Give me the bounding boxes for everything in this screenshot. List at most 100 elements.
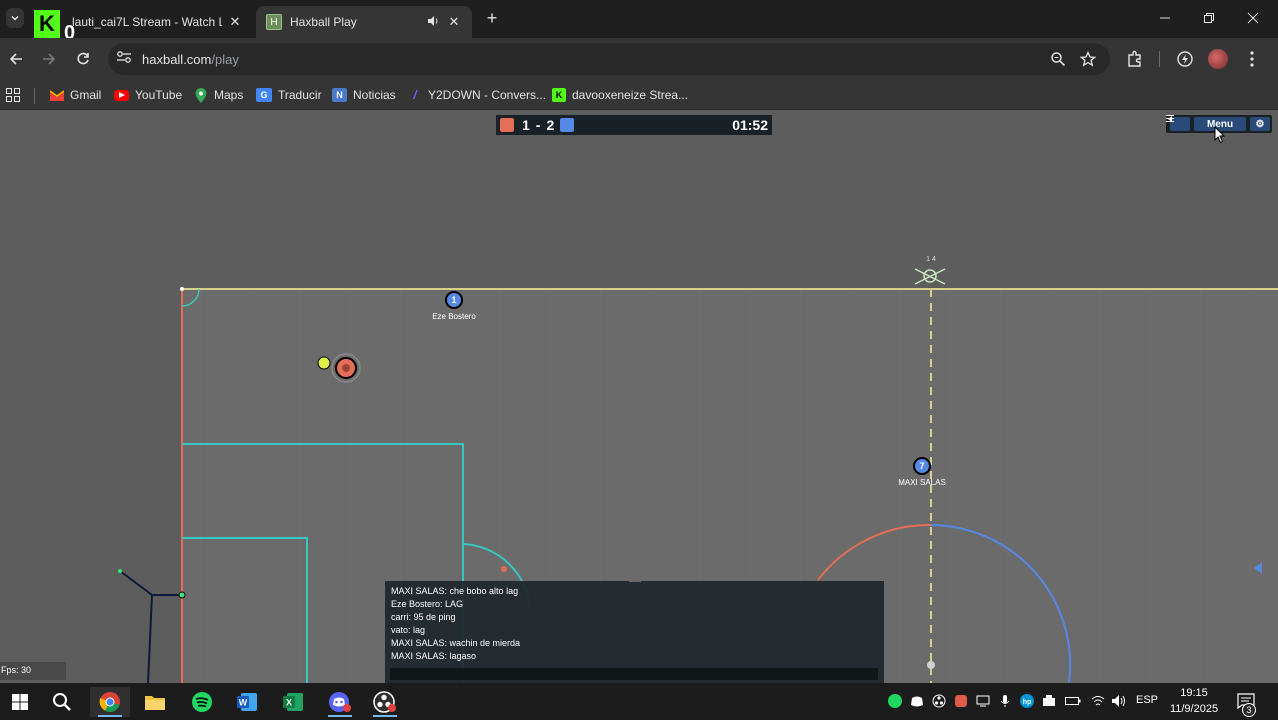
translate-icon: G (256, 88, 272, 102)
player-number-1: 1 (445, 291, 463, 309)
kick-icon: K (552, 88, 566, 102)
net-anchor (118, 569, 122, 573)
halfway-marker-label: 1 4 (926, 256, 936, 263)
excel-icon[interactable]: X (273, 687, 313, 717)
score-blue: 2 (546, 117, 555, 133)
site-info-icon[interactable] (116, 50, 132, 69)
bookmark-news[interactable]: N Noticias (332, 86, 396, 104)
player-name: MAXI SALAS (898, 478, 946, 487)
reload-button[interactable] (71, 47, 95, 71)
file-explorer-icon[interactable] (135, 687, 175, 717)
chat-message: MAXI SALAS: wachin de mierda (391, 638, 521, 648)
apps-grid-icon[interactable] (6, 86, 20, 104)
zoom-icon[interactable] (1050, 51, 1066, 67)
spotify-icon[interactable] (182, 687, 222, 717)
bookmark-label: Gmail (70, 88, 102, 102)
center-spot (927, 661, 935, 669)
browser-tab-strip: lauti_cai7L Stream - Watch Live ✕ K 0 H … (0, 0, 1278, 44)
system-clock[interactable]: 19:15 11/9/2025 (1164, 685, 1224, 717)
player-name: Eze Bostero (432, 312, 476, 321)
svg-text:X: X (286, 698, 292, 708)
scoreboard: 1 - 2 01:52 (496, 115, 772, 135)
bookmark-y2down[interactable]: / Y2DOWN - Convers... (408, 86, 546, 104)
microphone-tray-icon[interactable] (997, 693, 1013, 709)
app-tray-icon[interactable] (953, 693, 969, 709)
wifi-tray-icon[interactable] (1090, 693, 1106, 709)
youtube-icon (114, 89, 129, 101)
device-tray-icon[interactable] (975, 693, 991, 709)
kebab-menu-icon[interactable] (1242, 49, 1262, 69)
speaker-icon[interactable] (426, 14, 440, 31)
hp-tray-icon[interactable]: hp (1019, 693, 1035, 709)
discord-tray-icon[interactable] (909, 693, 925, 709)
settings-gear-icon[interactable]: ⚙ (1250, 117, 1270, 131)
haxball-favicon-icon: H (266, 14, 282, 30)
discord-icon[interactable] (320, 687, 360, 717)
close-icon[interactable]: ✕ (228, 14, 242, 30)
close-window-button[interactable] (1238, 6, 1268, 30)
search-icon[interactable] (42, 687, 82, 717)
new-tab-button[interactable]: + (482, 8, 502, 28)
volume-tray-icon[interactable] (1111, 693, 1127, 709)
chat-message: Eze Bostero: LAG (391, 599, 464, 609)
language-indicator[interactable]: ESP (1136, 694, 1158, 706)
bookmark-kick-stream[interactable]: K davooxeneize Strea... (552, 86, 688, 104)
score-separator: - (535, 117, 541, 133)
chat-input[interactable] (390, 668, 878, 680)
obs-tray-icon[interactable] (931, 693, 947, 709)
url-host: haxball.com (142, 51, 212, 67)
toolbar-divider (1159, 51, 1160, 67)
ball (317, 356, 331, 370)
clock-date: 11/9/2025 (1169, 703, 1219, 715)
restore-button[interactable] (1194, 6, 1224, 30)
bookmark-translate[interactable]: G Traducir (256, 86, 322, 104)
screen: lauti_cai7L Stream - Watch Live ✕ K 0 H … (0, 0, 1278, 720)
forward-button[interactable] (37, 47, 61, 71)
chevron-down-icon (11, 15, 19, 21)
bookmark-youtube[interactable]: YouTube (114, 86, 182, 104)
browser-toolbar: haxball.com/play (0, 38, 1278, 80)
haxball-game-canvas[interactable]: 1 4 1 Eze Bostero 7 MAXI SALAS 1 - 2 01:… (0, 110, 1278, 683)
red-marker (501, 566, 507, 572)
maps-icon (194, 87, 208, 103)
tab-title: Haxball Play (290, 15, 357, 29)
obs-icon[interactable] (365, 687, 405, 717)
bookmark-label: Y2DOWN - Convers... (428, 88, 547, 102)
extensions-icon[interactable] (1125, 49, 1145, 69)
notification-count-badge: 3 (1242, 703, 1256, 717)
battery-tray-icon[interactable] (1065, 693, 1081, 709)
back-button[interactable] (4, 47, 28, 71)
score-red: 1 (522, 117, 530, 133)
bookmark-label: YouTube (135, 88, 183, 102)
minimize-button[interactable] (1150, 6, 1180, 30)
profile-avatar[interactable] (1208, 49, 1228, 69)
bookmark-maps[interactable]: Maps (194, 86, 243, 104)
spotify-tray-icon[interactable] (887, 693, 903, 709)
address-bar[interactable]: haxball.com/play (108, 43, 1110, 75)
tab-search-button[interactable] (6, 8, 24, 28)
chat-resize-handle[interactable] (629, 580, 641, 582)
bookmarks-bar: Gmail YouTube Maps G Traducir N Noticias… (0, 80, 1278, 110)
tab-haxball-play[interactable]: H Haxball Play ✕ (256, 6, 472, 38)
kick-logo-icon: K (34, 10, 60, 38)
bookmark-gmail[interactable]: Gmail (50, 86, 101, 104)
network-app-tray-icon[interactable] (1041, 693, 1057, 709)
url-text: haxball.com/play (142, 52, 239, 67)
match-timer: 01:52 (732, 117, 768, 133)
tab-title: lauti_cai7L Stream - Watch Live (72, 15, 222, 29)
player-number-7: 7 (913, 457, 931, 475)
hamburger-icon (1166, 115, 1174, 122)
performance-icon[interactable] (1175, 49, 1195, 69)
chrome-taskbar-icon[interactable] (90, 687, 130, 717)
y2down-icon: / (413, 88, 417, 102)
close-icon[interactable]: ✕ (446, 14, 462, 30)
svg-text:W: W (239, 698, 248, 708)
word-icon[interactable]: W (227, 687, 267, 717)
news-icon: N (332, 88, 347, 102)
windows-taskbar: W X hp ESP 19:15 11/9/2025 3 (0, 683, 1278, 720)
chat-panel: MAXI SALAS: che bobo alto lag Eze Boster… (385, 580, 884, 683)
windows-start-icon[interactable] (0, 687, 40, 717)
bookmark-label: Noticias (353, 88, 396, 102)
bookmark-star-icon[interactable] (1079, 50, 1097, 67)
fps-counter: Fps: 30 (0, 662, 66, 680)
